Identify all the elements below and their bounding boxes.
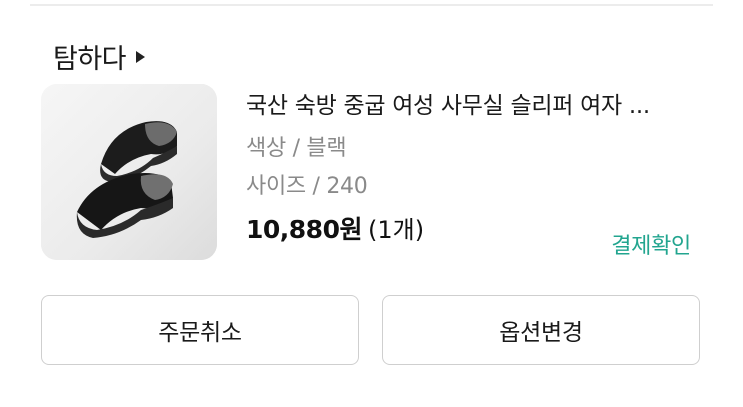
size-option: 사이즈 / 240 [246, 174, 368, 199]
caret-right-icon [136, 51, 146, 63]
black-slipper-icon [41, 84, 217, 260]
price: 10,880원 [246, 215, 362, 244]
store-link[interactable]: 탐하다 [53, 36, 146, 76]
top-divider [30, 4, 713, 6]
quantity: (1개) [367, 216, 425, 244]
product-title[interactable]: 국산 숙방 중굽 여성 사무실 슬리퍼 여자 ... [246, 86, 706, 120]
store-name: 탐하다 [53, 43, 127, 75]
cancel-order-button[interactable]: 주문취소 [41, 295, 359, 365]
product-image[interactable] [41, 84, 217, 260]
change-option-button[interactable]: 옵션변경 [382, 295, 700, 365]
payment-confirm-link[interactable]: 결제확인 [611, 228, 691, 260]
color-option: 색상 / 블랙 [246, 136, 347, 161]
price-row: 10,880원 (1개) [246, 210, 424, 246]
